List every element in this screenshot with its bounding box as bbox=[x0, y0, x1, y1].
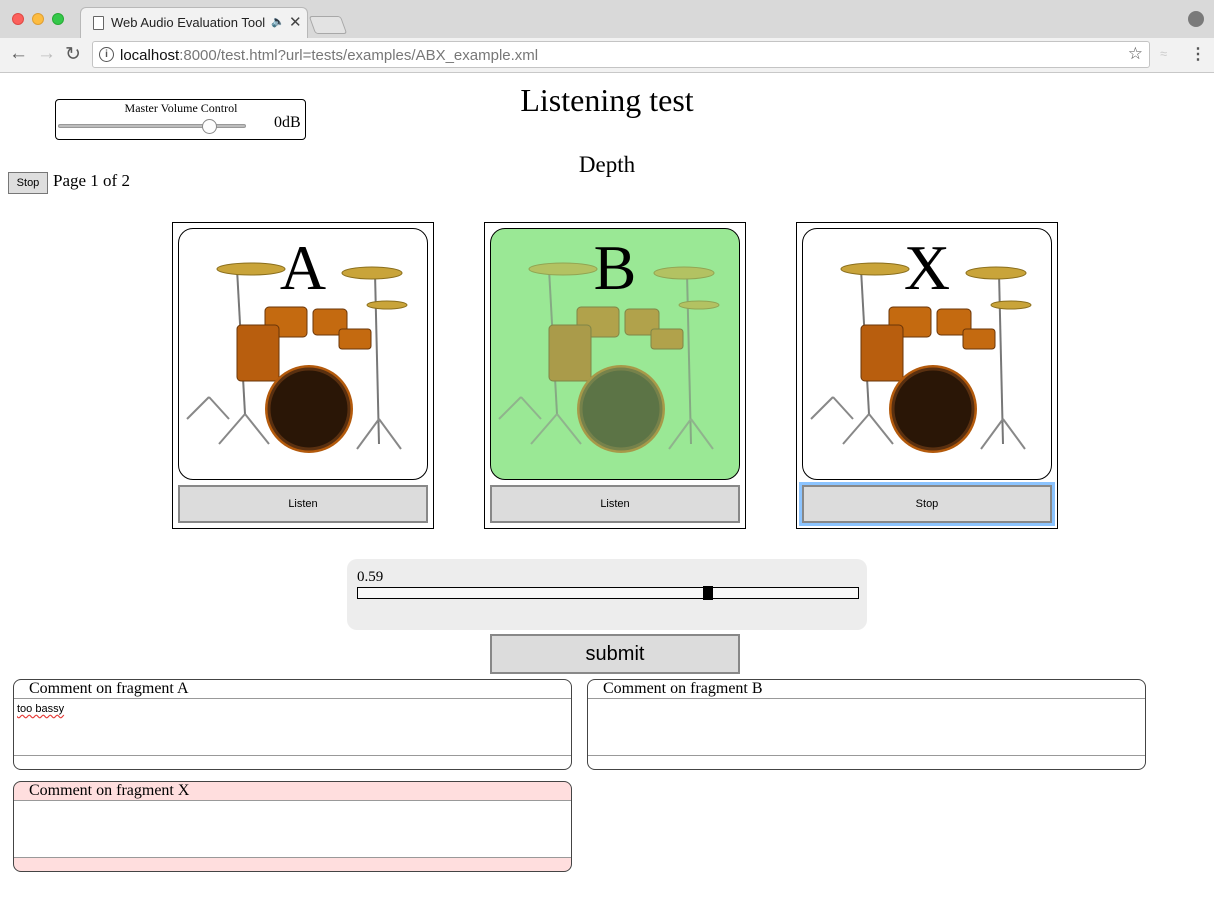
info-icon[interactable]: i bbox=[99, 47, 114, 62]
tab-title: Web Audio Evaluation Tool bbox=[111, 15, 266, 30]
url-text: localhost:8000/test.html?url=tests/examp… bbox=[120, 47, 539, 64]
fragment-label: B bbox=[593, 232, 637, 303]
fragment-b-image[interactable]: B bbox=[490, 228, 740, 480]
reload-icon[interactable]: ↻ bbox=[65, 43, 81, 66]
comment-title: Comment on fragment B bbox=[603, 680, 763, 697]
comment-textarea-b[interactable] bbox=[588, 698, 1145, 756]
page-subtitle: Depth bbox=[578, 152, 636, 177]
minimize-window-button[interactable] bbox=[32, 13, 44, 25]
listen-button-b[interactable]: Listen bbox=[490, 485, 740, 523]
maximize-window-button[interactable] bbox=[52, 13, 64, 25]
address-bar[interactable]: i localhost:8000/test.html?url=tests/exa… bbox=[92, 41, 1150, 68]
fragment-x: X Stop bbox=[796, 222, 1058, 529]
rating-slider[interactable] bbox=[357, 586, 859, 600]
profile-icon[interactable] bbox=[1188, 11, 1204, 27]
submit-button[interactable]: submit bbox=[490, 634, 740, 674]
back-icon[interactable]: ← bbox=[9, 43, 28, 65]
comment-box-a: Comment on fragment A too bassy bbox=[13, 679, 572, 770]
fragment-b: B Listen bbox=[484, 222, 746, 529]
stop-button[interactable]: Stop bbox=[8, 172, 48, 194]
extension-icon[interactable]: ≈ bbox=[1160, 46, 1167, 61]
rating-value: 0.59 bbox=[357, 569, 384, 585]
comment-textarea-a[interactable]: too bassy bbox=[14, 698, 571, 756]
speaker-icon[interactable]: 🔈 bbox=[271, 15, 285, 28]
page-icon bbox=[93, 16, 104, 30]
star-icon[interactable]: ☆ bbox=[1128, 44, 1143, 64]
page-indicator: Page 1 of 2 bbox=[53, 171, 130, 190]
comment-textarea-x[interactable] bbox=[14, 800, 571, 858]
comment-box-x: Comment on fragment X bbox=[13, 781, 572, 872]
fragment-a: A Listen bbox=[172, 222, 434, 529]
browser-tab[interactable]: Web Audio Evaluation Tool 🔈 ✕ bbox=[80, 7, 308, 38]
volume-slider-thumb[interactable] bbox=[202, 119, 217, 134]
comment-title: Comment on fragment X bbox=[29, 782, 190, 799]
volume-slider[interactable] bbox=[58, 124, 246, 128]
fragment-label: A bbox=[279, 232, 327, 303]
rating-slider-thumb[interactable] bbox=[703, 586, 713, 600]
close-window-button[interactable] bbox=[12, 13, 24, 25]
fragment-label: X bbox=[903, 232, 951, 303]
fragment-x-image[interactable]: X bbox=[802, 228, 1052, 480]
menu-icon[interactable]: ⋮ bbox=[1190, 44, 1206, 64]
stop-button-x[interactable]: Stop bbox=[799, 482, 1055, 526]
new-tab-button[interactable] bbox=[308, 16, 348, 34]
page-title: Listening test bbox=[520, 82, 694, 118]
comment-box-b: Comment on fragment B bbox=[587, 679, 1146, 770]
listen-button-a[interactable]: Listen bbox=[178, 485, 428, 523]
rating-panel: 0.59 bbox=[347, 559, 867, 630]
browser-tab-bar: Web Audio Evaluation Tool 🔈 ✕ bbox=[0, 0, 1214, 38]
close-icon[interactable]: ✕ bbox=[289, 13, 302, 31]
fragment-a-image[interactable]: A bbox=[178, 228, 428, 480]
comment-title: Comment on fragment A bbox=[29, 680, 189, 697]
forward-icon[interactable]: → bbox=[37, 43, 56, 65]
browser-toolbar: ← → ↻ i localhost:8000/test.html?url=tes… bbox=[0, 38, 1214, 73]
